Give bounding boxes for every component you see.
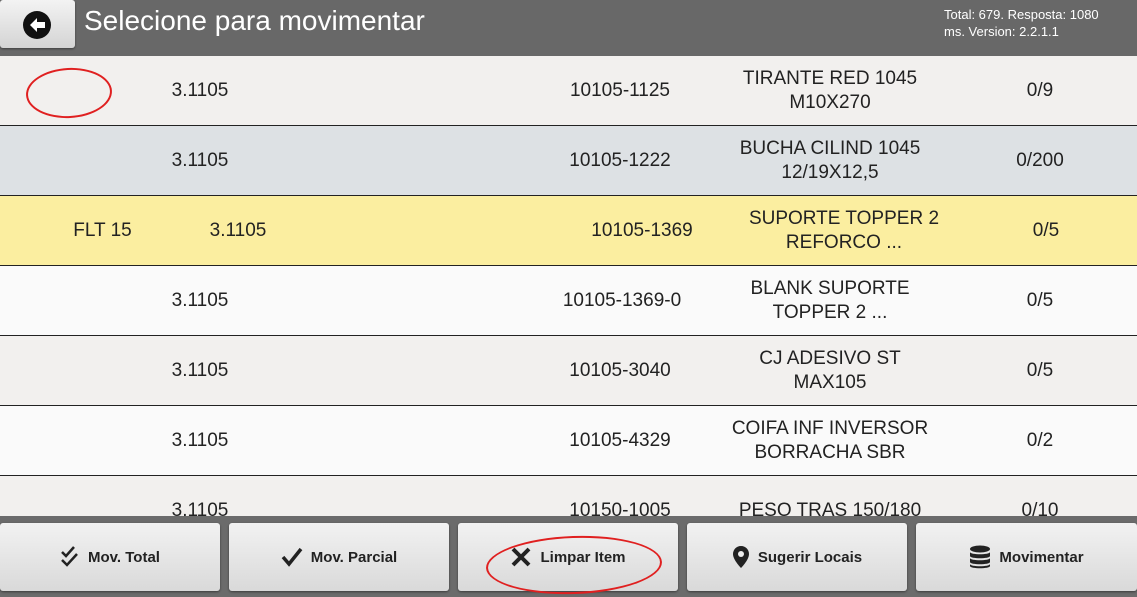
row-quantity: 0/10 (1021, 499, 1059, 517)
mov-total-button[interactable]: Mov. Total (0, 523, 220, 591)
mov-parcial-label: Mov. Parcial (310, 548, 398, 566)
row-description: SUPORTE TOPPER 2 REFORCO ... (748, 207, 940, 253)
row-code: 3.1105 (171, 359, 229, 381)
list-item-selected[interactable]: FLT 15 3.1105 10105-1369 SUPORTE TOPPER … (0, 196, 1137, 266)
item-list: 3.1105 10105-1125 TIRANTE RED 1045 M10X27… (0, 56, 1137, 516)
row-code: 3.1105 (171, 149, 229, 171)
row-quantity: 0/2 (1026, 429, 1054, 451)
list-item[interactable]: 3.1105 10150-1005 PESO TRAS 150/180 0/10 (0, 476, 1137, 516)
row-item-number: 10150-1005 (569, 499, 671, 517)
list-item[interactable]: 3.1105 10105-4329 COIFA INF INVERSOR BORR… (0, 406, 1137, 476)
double-check-icon (61, 546, 78, 567)
back-arrow-icon (23, 11, 51, 39)
row-code: 3.1105 (171, 499, 229, 517)
row-description: PESO TRAS 150/180 (738, 499, 922, 517)
row-quantity: 0/200 (1016, 149, 1064, 171)
annotation-circle (24, 65, 114, 121)
status-line-version: ms. Version: 2.2.1.1 (944, 24, 1059, 39)
location-pin-icon (732, 546, 749, 568)
row-description: CJ ADESIVO ST MAX105 (759, 347, 901, 393)
movimentar-label: Movimentar (999, 548, 1084, 566)
row-quantity: 0/5 (1026, 289, 1054, 311)
row-item-number: 10105-1369-0 (562, 289, 682, 311)
mov-total-label: Mov. Total (88, 548, 160, 566)
row-item-number: 10105-3040 (569, 359, 671, 381)
row-item-number: 10105-4329 (569, 429, 671, 451)
list-item[interactable]: 3.1105 10105-3040 CJ ADESIVO ST MAX105 0/… (0, 336, 1137, 406)
check-icon (281, 547, 303, 567)
status-line-total: Total: 679. Resposta: 1080 (944, 7, 1099, 22)
row-quantity: 0/9 (1026, 79, 1054, 101)
app-header: Selecione para movimentar Total: 679. Re… (0, 0, 1137, 56)
database-icon (970, 545, 991, 569)
list-item[interactable]: 3.1105 10105-1369-0 BLANK SUPORTE TOPPER … (0, 266, 1137, 336)
sugerir-locais-label: Sugerir Locais (757, 548, 863, 566)
row-location: FLT 15 (73, 219, 132, 241)
page-title: Selecione para movimentar (84, 5, 425, 36)
back-button[interactable] (0, 0, 75, 48)
row-item-number: 10105-1369 (591, 219, 693, 241)
row-quantity: 0/5 (1026, 359, 1054, 381)
row-code: 3.1105 (171, 79, 229, 101)
row-quantity: 0/5 (1032, 219, 1060, 241)
row-code: 3.1105 (171, 289, 229, 311)
row-item-number: 10105-1222 (569, 149, 671, 171)
row-item-number: 10105-1125 (569, 79, 671, 101)
row-code: 3.1105 (171, 429, 229, 451)
status-info: Total: 679. Resposta: 1080 ms. Version: … (944, 6, 1134, 40)
list-item[interactable]: 3.1105 10105-1125 TIRANTE RED 1045 M10X27… (0, 56, 1137, 126)
mov-parcial-button[interactable]: Mov. Parcial (229, 523, 449, 591)
row-description: BLANK SUPORTE TOPPER 2 ... (750, 277, 910, 323)
row-description: COIFA INF INVERSOR BORRACHA SBR (731, 417, 929, 463)
sugerir-locais-button[interactable]: Sugerir Locais (687, 523, 907, 591)
row-description: BUCHA CILIND 1045 12/19X12,5 (739, 137, 921, 183)
row-code: 3.1105 (209, 219, 267, 241)
movimentar-button[interactable]: Movimentar (916, 523, 1137, 591)
row-description: TIRANTE RED 1045 M10X270 (742, 67, 918, 113)
list-item[interactable]: 3.1105 10105-1222 BUCHA CILIND 1045 12/19… (0, 126, 1137, 196)
